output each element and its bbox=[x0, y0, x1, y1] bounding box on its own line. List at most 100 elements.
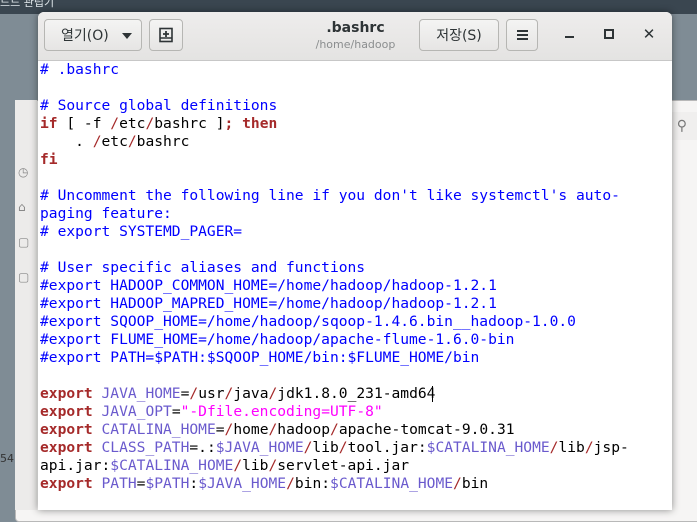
code-token: / bbox=[286, 475, 295, 492]
code-token: usr bbox=[198, 385, 225, 402]
code-token: # .bashrc bbox=[40, 61, 120, 78]
code-token: / bbox=[268, 385, 278, 402]
code-token: tool.jar: bbox=[347, 439, 427, 456]
background-home-icon: ⌂ bbox=[18, 200, 26, 214]
code-line: api.jar:$CATALINA_HOME/lib/servlet-api.j… bbox=[40, 457, 629, 475]
code-token: "-Dfile.encoding=UTF-8" bbox=[180, 403, 383, 420]
document-path: /home/hadoop bbox=[315, 38, 396, 51]
background-side-number: 54 bbox=[0, 452, 14, 465]
code-line: # .bashrc bbox=[40, 61, 629, 79]
code-token: / bbox=[110, 115, 120, 132]
code-token: lib bbox=[312, 439, 339, 456]
code-line: #export FLUME_HOME=/home/hadoop/apache-f… bbox=[40, 331, 629, 349]
code-line: fi bbox=[40, 151, 629, 169]
code-token: etc bbox=[101, 133, 128, 150]
code-token: hadoop bbox=[277, 421, 331, 438]
code-line: #export HADOOP_COMMON_HOME=/home/hadoop/… bbox=[40, 277, 629, 295]
code-token: $CATALINA_HOME bbox=[330, 475, 454, 492]
text-editor[interactable]: # .bashrc # Source global definitions if … bbox=[38, 61, 672, 510]
code-line: # User specific aliases and functions bbox=[40, 259, 629, 277]
code-line: export JAVA_OPT="-Dfile.encoding=UTF-8" bbox=[40, 403, 629, 421]
close-icon: ✕ bbox=[642, 25, 656, 43]
code-line: # Source global definitions bbox=[40, 97, 629, 115]
code-token: fi bbox=[40, 151, 58, 168]
code-token: $CATALINA_HOME bbox=[110, 457, 234, 474]
new-document-icon bbox=[159, 27, 173, 43]
code-line: export CLASS_PATH=.:$JAVA_HOME/lib/tool.… bbox=[40, 439, 629, 457]
document-title: .bashrc bbox=[326, 20, 385, 36]
maximize-button[interactable] bbox=[599, 24, 619, 44]
code-token: # Uncomment the following line if you do… bbox=[40, 187, 620, 204]
code-token: export bbox=[40, 385, 93, 402]
code-token: jdk1.8.0_231-amd64 bbox=[277, 385, 436, 402]
code-token: export bbox=[40, 421, 93, 438]
code-token: home bbox=[233, 421, 269, 438]
code-line: #export HADOOP_MAPRED_HOME=/home/hadoop/… bbox=[40, 295, 629, 313]
code-token: bin: bbox=[294, 475, 331, 492]
code-token: / bbox=[92, 133, 102, 150]
code-token: bin bbox=[461, 475, 489, 492]
new-document-button[interactable] bbox=[149, 19, 183, 51]
code-token: #export SQOOP_HOME=/home/hadoop/sqoop-1.… bbox=[40, 313, 576, 330]
code-token: ; then bbox=[224, 115, 278, 132]
background-sidebar bbox=[15, 100, 37, 510]
code-token: / bbox=[330, 421, 339, 438]
code-token: CATALINA_HOME bbox=[101, 421, 216, 438]
close-button[interactable]: ✕ bbox=[639, 24, 659, 44]
code-token: $CATALINA_HOME bbox=[426, 439, 550, 456]
code-token: bashrc bbox=[136, 133, 190, 150]
code-token: # User specific aliases and functions bbox=[40, 259, 366, 276]
code-token: lib bbox=[558, 439, 585, 456]
code-line: paging feature: bbox=[40, 205, 629, 223]
title-block: .bashrc /home/hadoop bbox=[278, 19, 433, 53]
save-button[interactable]: 저장(S) bbox=[419, 19, 499, 51]
chevron-down-icon bbox=[122, 33, 132, 39]
minimize-button[interactable] bbox=[559, 24, 579, 44]
header-bar: 열기(O) .bashrc /home/hadoop 저장(S) ✕ bbox=[38, 12, 672, 61]
code-line: # Uncomment the following line if you do… bbox=[40, 187, 629, 205]
code-line: # export SYSTEMD_PAGER= bbox=[40, 223, 629, 241]
code-token: export bbox=[40, 439, 93, 456]
code-token: paging feature: bbox=[40, 205, 172, 222]
maximize-icon bbox=[604, 29, 614, 39]
code-token: / bbox=[233, 457, 243, 474]
code-token: CLASS_PATH bbox=[101, 439, 190, 456]
code-token: / bbox=[584, 439, 594, 456]
code-token: : bbox=[189, 475, 199, 492]
code-token: bashrc ] bbox=[154, 115, 225, 132]
code-token: = bbox=[215, 421, 225, 438]
code-token: / bbox=[453, 475, 462, 492]
code-token: #export PATH=$PATH:$SQOOP_HOME/bin:$FLUM… bbox=[40, 349, 480, 366]
code-token: #export FLUME_HOME=/home/hadoop/apache-f… bbox=[40, 331, 515, 348]
code-token: = bbox=[171, 403, 181, 420]
code-token: JAVA_HOME bbox=[101, 385, 181, 402]
open-button-label: 열기(O) bbox=[61, 28, 109, 44]
code-token: / bbox=[338, 439, 348, 456]
background-clock-icon: ◷ bbox=[18, 165, 29, 179]
menu-button[interactable] bbox=[506, 19, 538, 51]
code-token: api.jar: bbox=[40, 457, 111, 474]
code-token: #export HADOOP_COMMON_HOME=/home/hadoop/… bbox=[40, 277, 497, 294]
gedit-window: 열기(O) .bashrc /home/hadoop 저장(S) ✕ # .ba… bbox=[38, 12, 672, 510]
code-token: / bbox=[145, 115, 155, 132]
code-token: export bbox=[40, 475, 93, 492]
code-line: export PATH=$PATH:$JAVA_HOME/bin:$CATALI… bbox=[40, 475, 629, 493]
hamburger-menu-icon bbox=[516, 28, 528, 42]
code-token: lib bbox=[242, 457, 269, 474]
code-token: export bbox=[40, 403, 93, 420]
code-token: [ -f bbox=[57, 115, 111, 132]
background-folder-icon: ▢ bbox=[18, 270, 30, 284]
open-button[interactable]: 열기(O) bbox=[44, 19, 142, 51]
code-token: if bbox=[40, 115, 58, 132]
code-token: java bbox=[233, 385, 269, 402]
code-token: # Source global definitions bbox=[40, 97, 278, 114]
code-token: / bbox=[127, 133, 137, 150]
code-line: if [ -f /etc/bashrc ]; then bbox=[40, 115, 629, 133]
code-token: # export SYSTEMD_PAGER= bbox=[40, 223, 243, 240]
code-line: #export SQOOP_HOME=/home/hadoop/sqoop-1.… bbox=[40, 313, 629, 331]
